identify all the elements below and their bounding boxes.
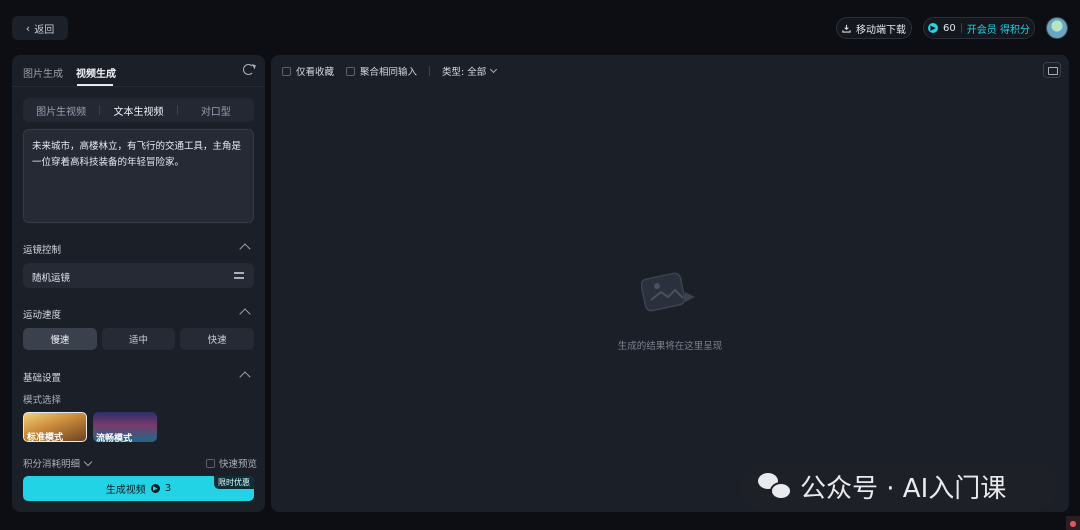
generate-label: 生成视频 xyxy=(105,485,146,496)
credit-detail-label: 积分消耗明细 xyxy=(23,459,81,470)
vip-label: 开会员 得积分 xyxy=(966,24,1030,36)
chevron-down-icon xyxy=(490,65,498,74)
download-label: 移动端下载 xyxy=(856,24,906,36)
user-avatar[interactable] xyxy=(1046,17,1068,39)
motion-speed-title: 运动速度 xyxy=(23,310,62,321)
top-bar: ‹ 返回 移动端下载 ▶ 60 开会员 得积分 xyxy=(0,0,1080,54)
fast-preview-checkbox[interactable] xyxy=(206,458,215,468)
fast-preview-label: 快速预览 xyxy=(219,459,258,470)
camera-control-title: 运镜控制 xyxy=(23,245,62,256)
credit-count: 60 xyxy=(943,22,956,34)
chevron-down-icon xyxy=(83,457,93,466)
prompt-textarea[interactable]: 未来城市，高楼林立，有飞行的交通工具，主角是一位穿着高科技装备的年轻冒险家。 xyxy=(23,129,254,223)
watermark-text: 公众号 · AI入门课 xyxy=(800,473,1007,504)
credit-coin-icon: ▶ xyxy=(928,23,939,33)
chevron-up-icon[interactable] xyxy=(239,243,251,255)
mode-standard-thumbnail[interactable]: 标准模式 xyxy=(23,412,87,442)
wechat-icon xyxy=(758,473,792,500)
speed-fast-button[interactable]: 快速 xyxy=(180,328,255,350)
mode-smooth-label: 流畅模式 xyxy=(96,434,133,442)
type-filter-dropdown[interactable]: 类型: 全部 xyxy=(442,64,498,78)
mode-smooth-thumbnail[interactable]: 流畅模式 xyxy=(93,412,157,442)
favorites-only-label: 仅看收藏 xyxy=(296,67,335,78)
camera-movement-value: 随机运镜 xyxy=(32,273,71,284)
favorites-only-filter[interactable]: 仅看收藏 xyxy=(282,64,334,78)
mode-standard-label: 标准模式 xyxy=(27,433,64,442)
fast-preview-option[interactable]: 快速预览 xyxy=(206,456,257,470)
back-button[interactable]: ‹ 返回 xyxy=(12,16,68,40)
mode-image-to-video[interactable]: 图片生视频 xyxy=(23,103,99,118)
mode-lip-sync[interactable]: 对口型 xyxy=(178,103,254,118)
speed-slow-button[interactable]: 慢速 xyxy=(23,328,97,350)
active-tab-indicator xyxy=(77,84,113,86)
generation-type-tabs: 图片生成 视频生成 xyxy=(12,55,265,87)
credit-detail-toggle[interactable]: 积分消耗明细 xyxy=(23,456,93,470)
watermark-overlay: 公众号 · AI入门课 xyxy=(740,462,1058,510)
empty-image-icon xyxy=(641,272,695,312)
download-icon xyxy=(842,24,851,33)
merge-inputs-label: 聚合相同输入 xyxy=(360,67,418,78)
sliders-icon xyxy=(234,270,244,280)
divider xyxy=(960,23,962,33)
credit-coin-icon: ▶ xyxy=(150,484,160,493)
promo-badge: 限时优惠 xyxy=(214,476,254,489)
tab-video-generation[interactable]: 视频生成 xyxy=(76,65,116,80)
generate-video-button[interactable]: 生成视频 ▶ 3 限时优惠 xyxy=(23,476,254,501)
merge-inputs-filter[interactable]: 聚合相同输入 xyxy=(346,64,417,78)
results-toolbar: 仅看收藏 聚合相同输入 类型: 全部 xyxy=(282,64,502,78)
chevron-up-icon[interactable] xyxy=(239,371,251,383)
folder-icon[interactable] xyxy=(1043,62,1061,78)
chevron-left-icon: ‹ xyxy=(25,21,31,35)
tab-image-generation[interactable]: 图片生成 xyxy=(23,65,63,80)
video-mode-segmented-control: 图片生视频 文本生视频 对口型 xyxy=(23,98,254,122)
mode-text-to-video[interactable]: 文本生视频 xyxy=(100,103,176,118)
empty-state-text: 生成的结果将在这里呈现 xyxy=(617,341,723,352)
type-filter-label: 类型: 全部 xyxy=(442,67,487,78)
mobile-download-button[interactable]: 移动端下载 xyxy=(836,17,912,39)
divider xyxy=(429,66,431,76)
camera-movement-select[interactable]: 随机运镜 xyxy=(23,263,254,288)
generate-cost: 3 xyxy=(164,483,172,494)
favorites-only-checkbox[interactable] xyxy=(282,66,291,76)
tray-app-icon: ● xyxy=(1066,516,1080,530)
refresh-icon[interactable] xyxy=(243,64,254,75)
results-panel: 仅看收藏 聚合相同输入 类型: 全部 生成的结果将在这里呈现 xyxy=(271,55,1069,512)
left-settings-panel: 图片生成 视频生成 图片生视频 文本生视频 对口型 未来城市，高楼林立，有飞行的… xyxy=(12,55,265,512)
vip-credits-pill[interactable]: ▶ 60 开会员 得积分 xyxy=(923,17,1035,39)
back-label: 返回 xyxy=(34,24,55,36)
chevron-up-icon[interactable] xyxy=(239,308,251,320)
mode-select-label: 模式选择 xyxy=(23,395,62,406)
speed-medium-button[interactable]: 适中 xyxy=(101,328,176,350)
motion-speed-options: 慢速 适中 快速 xyxy=(23,328,255,350)
merge-inputs-checkbox[interactable] xyxy=(346,66,356,76)
basic-settings-title: 基础设置 xyxy=(23,373,62,384)
